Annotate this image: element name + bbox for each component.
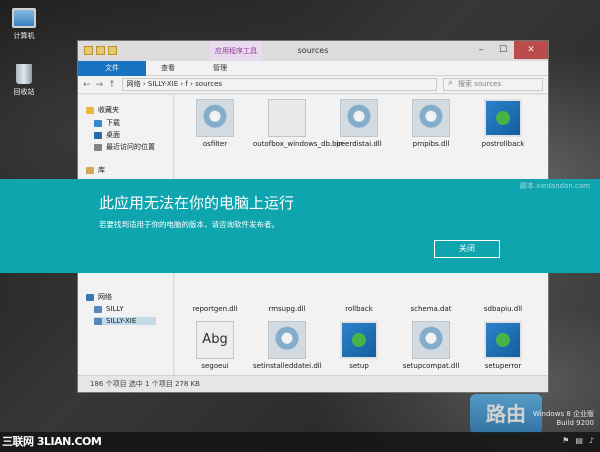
taskbar: 三联网 3LIAN.COM ⚑ ▤ ♪ <box>0 432 600 452</box>
system-tray: ⚑ ▤ ♪ <box>562 436 594 445</box>
site-watermark: 三联网 3LIAN.COM <box>2 435 102 448</box>
network-icon[interactable]: ▤ <box>575 436 583 445</box>
app-blocked-banner: 脚本 xiedandan.com 此应用无法在你的电脑上运行 若要找到适用于你的… <box>0 179 600 273</box>
os-build: Build 9200 <box>556 419 594 427</box>
banner-watermark: 脚本 xiedandan.com <box>519 182 590 190</box>
banner-title: 此应用无法在你的电脑上运行 <box>99 194 295 212</box>
volume-icon[interactable]: ♪ <box>589 436 594 445</box>
site-logo: 路由 <box>470 394 542 434</box>
close-button[interactable]: 关闭 <box>434 240 500 258</box>
os-version-watermark: Windows 8 企业版 Build 9200 <box>533 410 594 428</box>
banner-message: 若要找到适用于你的电脑的版本，请咨询软件发布者。 <box>99 220 279 229</box>
os-edition: Windows 8 企业版 <box>532 410 594 418</box>
flag-icon[interactable]: ⚑ <box>562 436 569 445</box>
